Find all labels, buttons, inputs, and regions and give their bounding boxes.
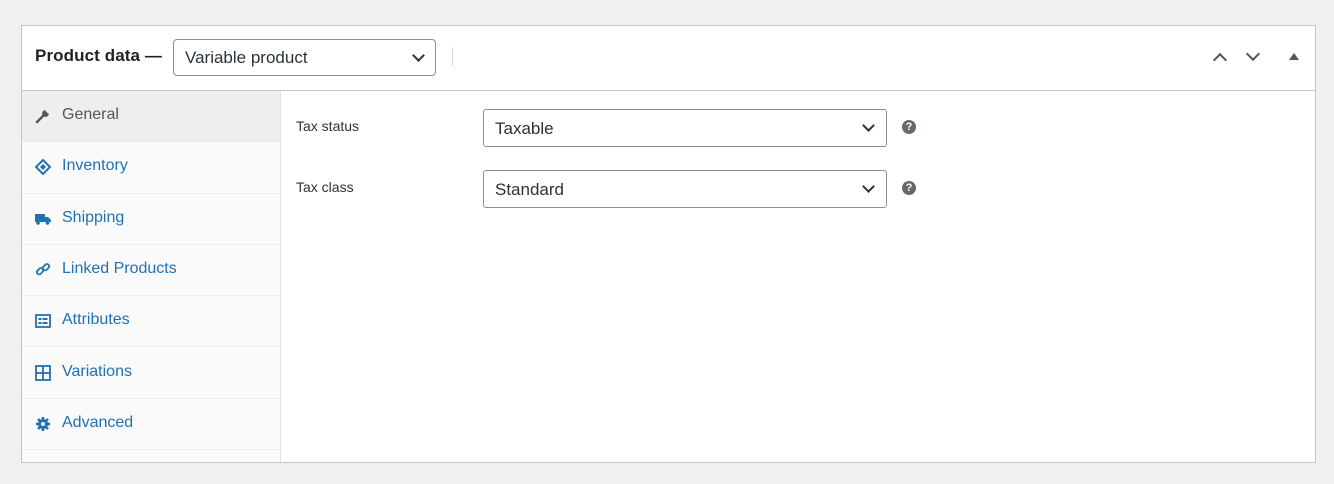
- wrench-icon: [35, 108, 51, 124]
- tab-label: General: [62, 106, 119, 124]
- tab-label: Advanced: [62, 413, 134, 431]
- tab-advanced[interactable]: Advanced: [22, 399, 280, 451]
- gear-icon: [35, 416, 51, 432]
- chevron-down-icon: [1245, 46, 1261, 62]
- grid-icon: [35, 364, 51, 381]
- move-down-button[interactable]: [1243, 46, 1265, 68]
- tab-label: Shipping: [62, 208, 125, 226]
- product-type-value: Variable product: [185, 48, 308, 67]
- toggle-panel-button[interactable]: [1283, 46, 1305, 68]
- chevron-down-icon: [862, 119, 875, 132]
- tax-status-label: Tax status: [296, 118, 360, 134]
- tab-label: Linked Products: [62, 260, 177, 278]
- tab-inventory[interactable]: Inventory: [22, 142, 280, 194]
- general-tab-panel: Tax status Taxable ? Tax class Standard …: [282, 91, 1315, 462]
- product-type-select[interactable]: Variable product: [173, 39, 436, 76]
- help-icon[interactable]: ?: [902, 181, 916, 195]
- help-icon[interactable]: ?: [902, 120, 916, 134]
- tag-icon: [34, 159, 52, 176]
- product-data-panel: Product data — Variable product General …: [21, 25, 1316, 463]
- tab-label: Inventory: [62, 157, 128, 175]
- panel-header: Product data — Variable product: [22, 26, 1315, 91]
- tab-general[interactable]: General: [22, 91, 280, 143]
- tax-status-select[interactable]: Taxable: [483, 109, 887, 147]
- chevron-down-icon: [412, 49, 425, 62]
- tab-label: Attributes: [62, 311, 130, 329]
- tax-class-label: Tax class: [296, 179, 354, 195]
- tax-status-value: Taxable: [495, 119, 554, 138]
- panel-title: Product data —: [35, 46, 163, 65]
- tab-shipping[interactable]: Shipping: [22, 194, 280, 245]
- move-up-button[interactable]: [1210, 46, 1232, 68]
- triangle-up-icon: [1289, 53, 1299, 60]
- link-icon: [35, 262, 51, 278]
- tax-class-select[interactable]: Standard: [483, 170, 887, 208]
- tab-attributes[interactable]: Attributes: [22, 296, 280, 348]
- product-data-tabs: General Inventory Shipping Linked Produc…: [22, 91, 281, 462]
- tax-class-value: Standard: [495, 180, 564, 199]
- list-card-icon: [35, 313, 51, 329]
- header-divider: [452, 47, 453, 66]
- tab-variations[interactable]: Variations: [22, 347, 280, 399]
- chevron-down-icon: [862, 180, 875, 193]
- tab-label: Variations: [62, 362, 132, 380]
- chevron-up-icon: [1212, 52, 1228, 68]
- truck-icon: [35, 211, 51, 227]
- tab-linked-products[interactable]: Linked Products: [22, 245, 280, 297]
